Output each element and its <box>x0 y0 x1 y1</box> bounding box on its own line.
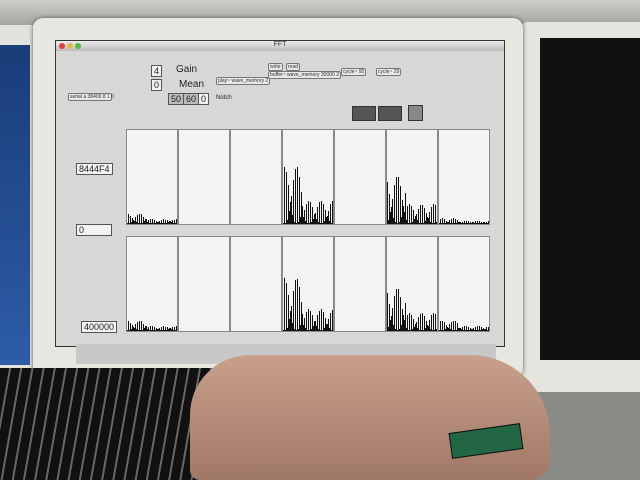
spectrum-panel <box>334 129 386 225</box>
serial-object[interactable]: serial a 38400 8 1 0 <box>68 93 114 101</box>
spectrum-bar <box>295 280 296 331</box>
spectrum-bar <box>409 313 410 331</box>
spectrum-bar <box>409 204 410 224</box>
spectrum-panel <box>282 236 334 332</box>
spectrum-bar <box>176 326 177 331</box>
spectrum-bar <box>433 313 434 331</box>
spectrum-bar <box>306 203 307 224</box>
zero-readout: 0 <box>76 224 112 236</box>
spectrum-bar <box>488 326 489 331</box>
spectrum-bar <box>435 205 436 224</box>
notch-number[interactable]: 0 <box>198 93 210 105</box>
spectrum-bar <box>394 296 395 331</box>
buffer-object[interactable]: buffer~ wave_memory 30000 2 <box>268 71 341 79</box>
hex-readout: 8444F4 <box>76 163 113 175</box>
spectrum-bar <box>433 204 434 224</box>
spectrum-bar <box>306 312 307 331</box>
scope-display <box>378 106 402 121</box>
spectrum-bar <box>319 310 320 331</box>
spectrum-bar <box>330 312 331 331</box>
spectrum-bar <box>321 309 322 331</box>
gain-label: Gain <box>176 64 198 75</box>
spectrum-bar <box>321 200 322 224</box>
spectrum-bar <box>332 309 333 331</box>
notch-60-button[interactable]: 60 <box>183 93 200 105</box>
spectrum-panel <box>126 236 178 332</box>
spectrum-panel <box>230 129 282 225</box>
cycle-29-object[interactable]: cycle~ 29 <box>376 68 402 76</box>
right-monitor-screen <box>540 38 640 360</box>
spectrum-panel <box>386 236 438 332</box>
spectrum-bar <box>407 206 408 224</box>
play-object[interactable]: play~ wave_memory 2 <box>216 77 271 85</box>
spectrum-panel <box>178 129 230 225</box>
left-monitor-screen <box>0 45 30 365</box>
spectrum-bar <box>387 181 388 224</box>
spectrum-bar <box>407 314 408 331</box>
read-message[interactable]: read <box>286 63 301 71</box>
spectrum-bar <box>394 185 395 224</box>
spectrum-bar <box>330 204 331 224</box>
spectrum-bar <box>396 177 397 224</box>
spectrum-bar <box>176 219 177 224</box>
spectrum-bar <box>431 206 432 224</box>
spectrum-bar <box>284 278 285 331</box>
spectrum-panel <box>282 129 334 225</box>
mean-number[interactable]: 0 <box>151 79 163 91</box>
spectrum-bar <box>436 222 437 224</box>
spectrum-panel <box>438 236 490 332</box>
title-bar: FFT <box>56 41 504 51</box>
spectrum-panel <box>230 236 282 332</box>
spectrum-bar <box>310 201 311 224</box>
notch-label: Notch <box>216 95 232 101</box>
spectrum-bar <box>488 221 489 224</box>
hand <box>190 355 550 480</box>
spectrum-bar <box>308 309 309 331</box>
large-readout: 400000 <box>81 321 118 333</box>
mean-label: Mean <box>179 79 205 90</box>
spectrum-bar <box>297 167 298 224</box>
spectrum-bar <box>420 204 421 224</box>
spectrum-bar <box>431 315 432 331</box>
spectrum-bar <box>332 200 333 224</box>
spectrum-panel <box>438 129 490 225</box>
write-message[interactable]: write <box>268 63 283 71</box>
spectrum-bar <box>293 180 294 224</box>
spectrum-bar <box>398 288 399 331</box>
gain-number[interactable]: 4 <box>151 65 163 77</box>
spectrum-bar <box>297 279 298 331</box>
spectrum-bar <box>308 200 309 224</box>
cycle-95-object[interactable]: cycle~ 95 <box>341 68 367 76</box>
spectrum-bar <box>398 177 399 224</box>
scope-display <box>352 106 376 121</box>
minimize-icon[interactable] <box>67 43 73 49</box>
spectrum-bar <box>420 313 421 331</box>
spectrum-bar <box>286 282 287 331</box>
spectrum-panel <box>334 236 386 332</box>
spectrum-bar <box>284 166 285 224</box>
spectrum-bar <box>387 292 388 331</box>
spectrum-bar <box>295 168 296 224</box>
spectrum-panel <box>386 129 438 225</box>
spectrum-bar <box>436 329 437 331</box>
max-patch-window: FFT serial a 38400 8 1 0 4 Gain 0 Mean 5… <box>55 40 505 364</box>
notch-50-button[interactable]: 50 <box>168 93 185 105</box>
speaker-icon[interactable] <box>408 105 423 121</box>
spectrum-bar <box>396 288 397 331</box>
spectrum-bar <box>293 290 294 331</box>
zoom-icon[interactable] <box>75 43 81 49</box>
spectrum-bar <box>286 171 287 224</box>
spectrum-bar <box>422 204 423 224</box>
window-title: FFT <box>273 41 287 48</box>
spectrum-bar <box>310 310 311 331</box>
spectrum-bar <box>319 201 320 224</box>
close-icon[interactable] <box>59 43 65 49</box>
spectrum-bar <box>422 313 423 331</box>
spectrum-panel <box>126 129 178 225</box>
spectrum-panel <box>178 236 230 332</box>
